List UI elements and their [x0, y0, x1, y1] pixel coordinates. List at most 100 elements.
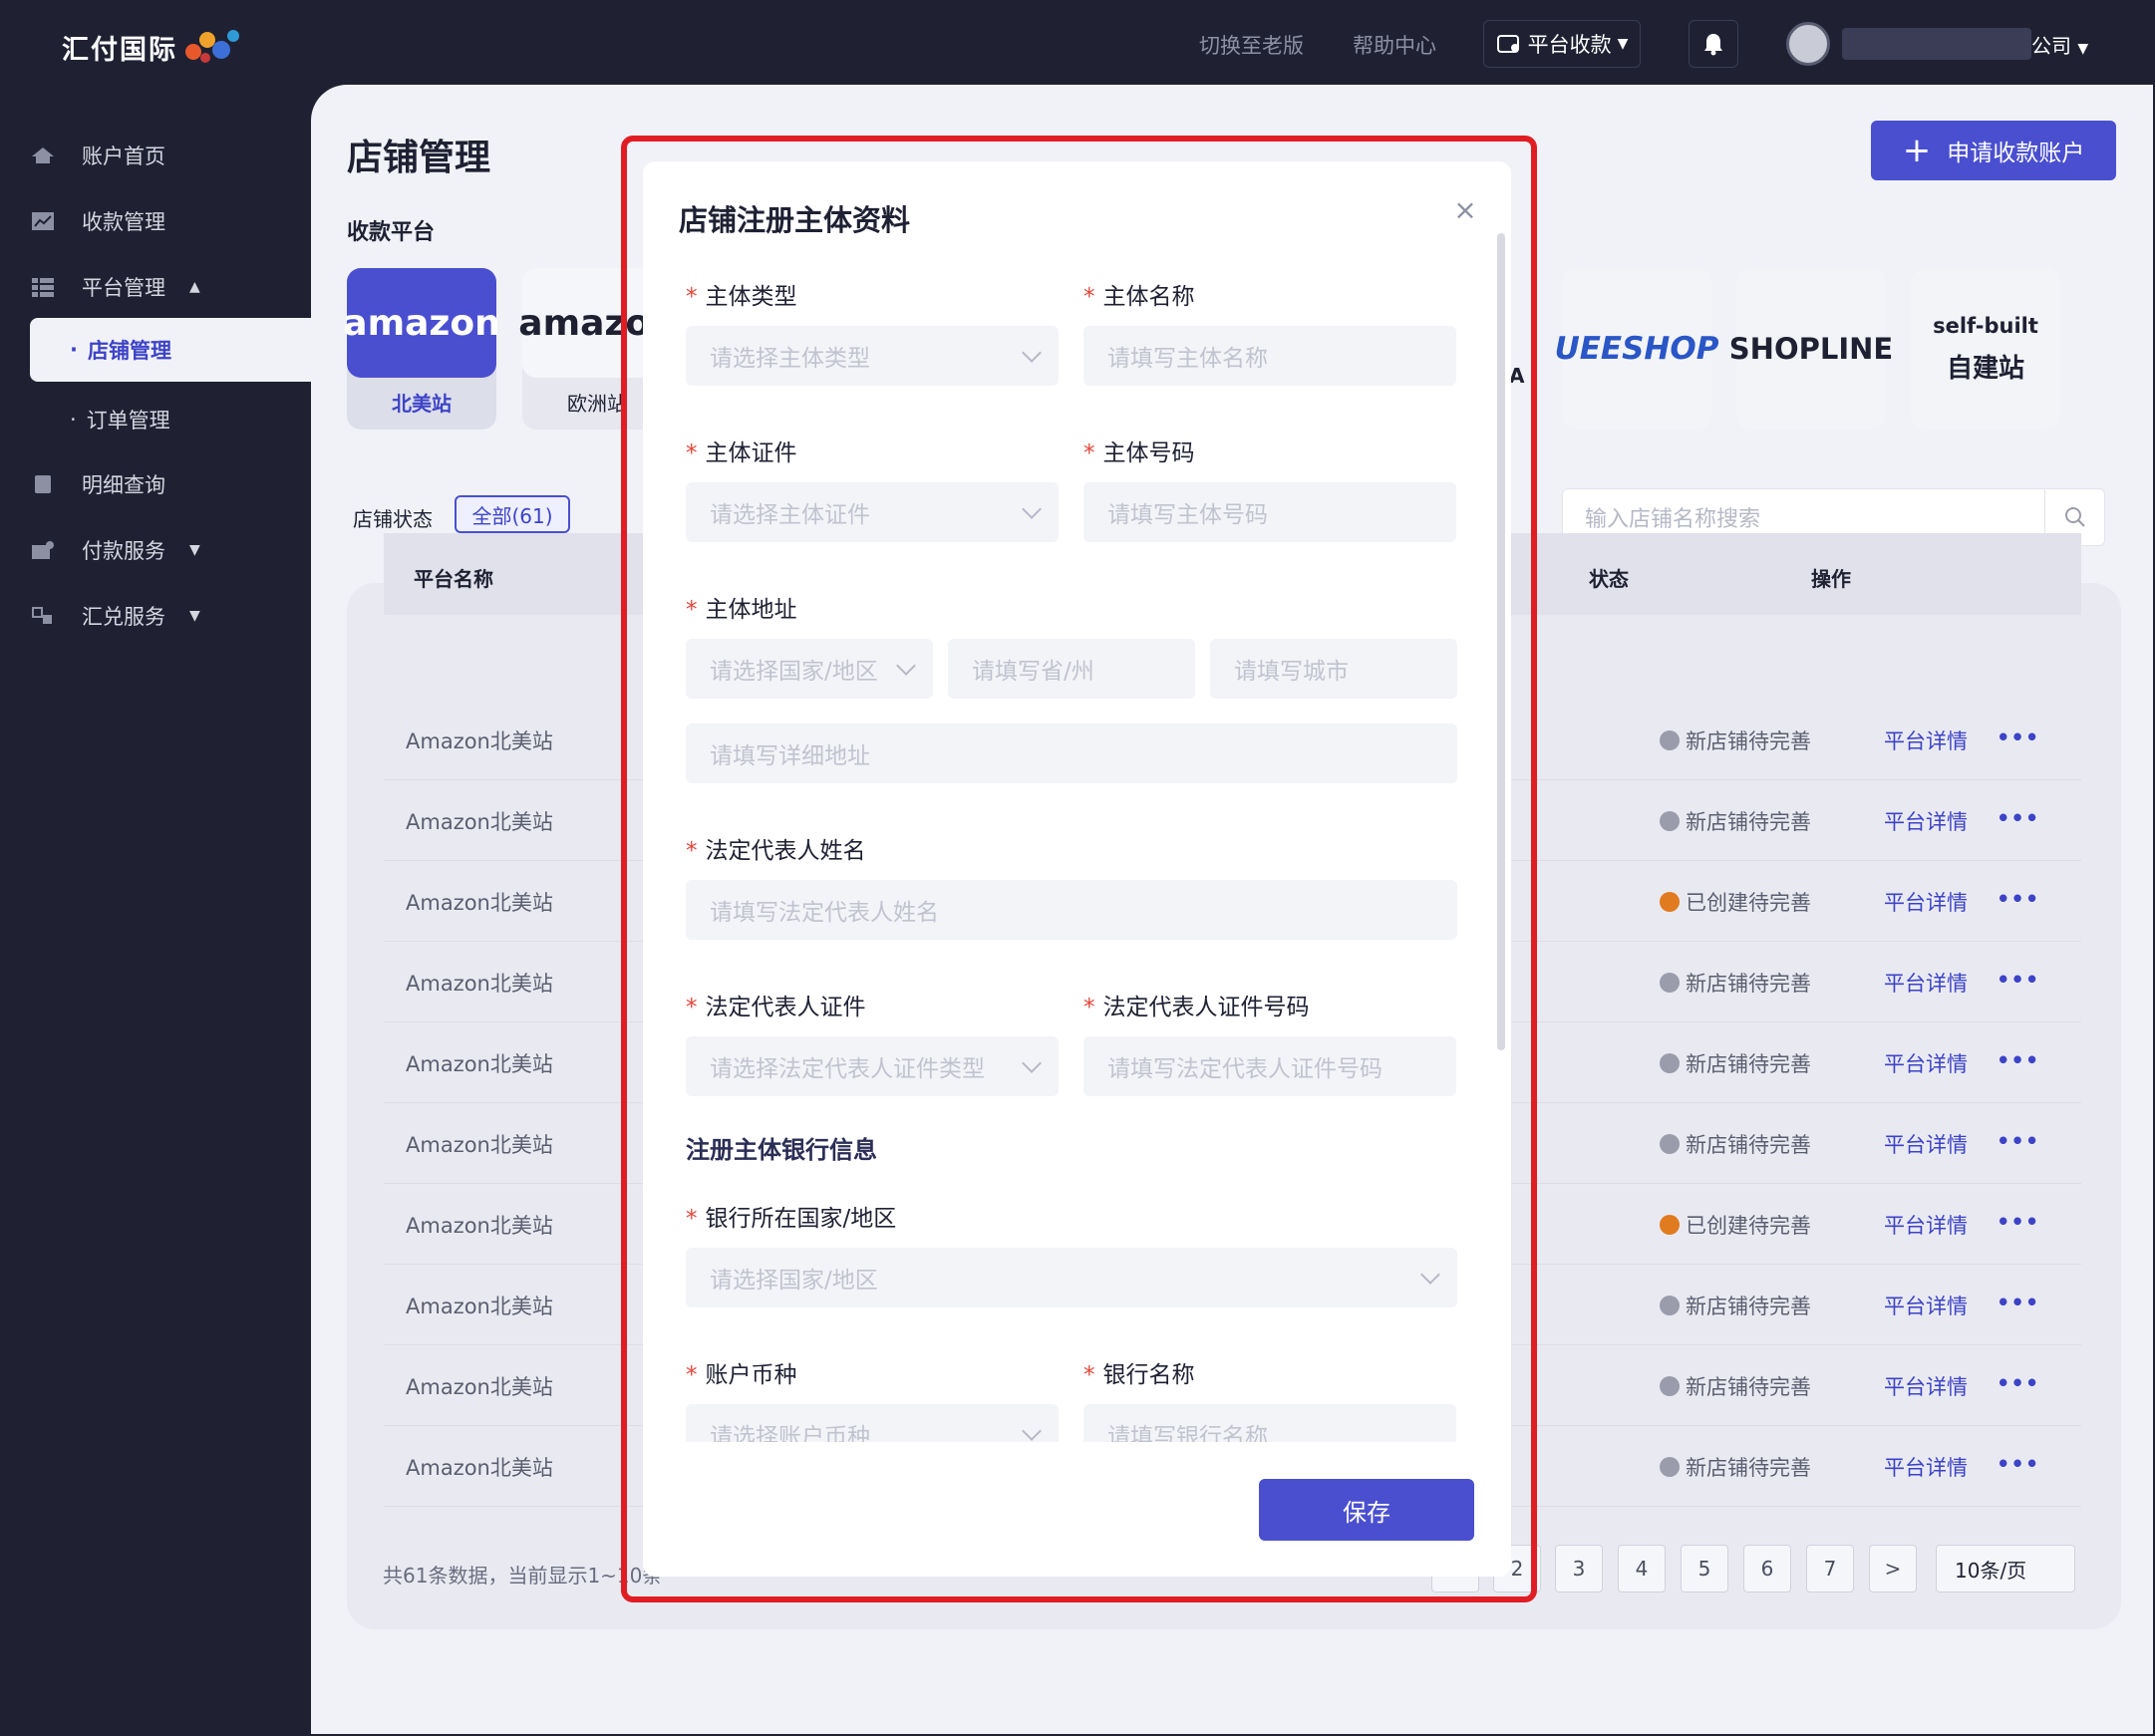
sidebar-item-home[interactable]: 账户首页	[30, 132, 165, 179]
more-actions-icon[interactable]: •••	[1997, 1129, 2039, 1153]
platform-card-self-built[interactable]: self-built 自建站	[1911, 268, 2060, 430]
page-button-7[interactable]: 7	[1806, 1545, 1854, 1592]
status-text: 新店铺待完善	[1686, 1375, 1811, 1399]
platform-detail-link[interactable]: 平台详情	[1884, 1291, 1968, 1320]
chart-icon	[32, 212, 54, 230]
column-header-action: 操作	[1811, 567, 1851, 591]
store-status-label: 店铺状态	[353, 507, 433, 531]
pending-status-icon	[1660, 1376, 1680, 1396]
switch-old-version-link[interactable]: 切换至老版	[1199, 30, 1304, 60]
company-dropdown[interactable]: 公司 ▼	[2031, 30, 2088, 59]
cell-status: 新店铺待完善	[1660, 968, 1811, 998]
pending-status-icon	[1660, 973, 1680, 993]
pay-icon	[32, 541, 54, 559]
more-actions-icon[interactable]: •••	[1997, 1210, 2039, 1234]
column-header-status: 状态	[1589, 567, 1629, 591]
sidebar-item-details[interactable]: 明细查询	[30, 460, 165, 508]
pending-status-icon	[1660, 1296, 1680, 1315]
platform-detail-link[interactable]: 平台详情	[1884, 968, 1968, 998]
caret-down-icon: ▼	[189, 542, 200, 558]
page-button-3[interactable]: 3	[1555, 1545, 1603, 1592]
platform-collect-label: 平台收款	[1527, 33, 1612, 57]
cell-platform-name: Amazon北美站	[406, 810, 553, 834]
platform-detail-link[interactable]: 平台详情	[1884, 1452, 1968, 1482]
home-icon	[32, 147, 54, 163]
top-bar: 汇付国际 切换至老版 帮助中心 平台收款 ▼ 公司 ▼	[0, 0, 2155, 85]
platform-card-shopline[interactable]: SHOPLINE	[1729, 268, 1893, 430]
user-name-redacted	[1842, 28, 2031, 60]
next-page-button[interactable]: >	[1869, 1545, 1917, 1592]
status-text: 新店铺待完善	[1686, 729, 1811, 753]
sidebar-item-collect[interactable]: 收款管理	[30, 197, 165, 245]
platform-detail-link[interactable]: 平台详情	[1884, 1371, 1968, 1401]
platform-detail-link[interactable]: 平台详情	[1884, 887, 1968, 917]
platform-detail-link[interactable]: 平台详情	[1884, 1048, 1968, 1078]
more-actions-icon[interactable]: •••	[1997, 1048, 2039, 1072]
ueeshop-logo: UEESHOP	[1555, 268, 1718, 430]
cell-platform-name: Amazon北美站	[406, 1456, 553, 1480]
company-label: 公司	[2031, 34, 2071, 58]
pending-status-icon	[1660, 1134, 1680, 1154]
more-actions-icon[interactable]: •••	[1997, 968, 2039, 992]
collapse-menu-icon[interactable]	[32, 1731, 58, 1736]
self-built-line1: self-built	[1933, 313, 2038, 338]
more-actions-icon[interactable]: •••	[1997, 725, 2039, 749]
bell-icon	[1704, 34, 1722, 56]
annotation-highlight-box	[621, 136, 1537, 1602]
bullet-dot: ·	[70, 338, 78, 362]
more-actions-icon[interactable]: •••	[1997, 1371, 2039, 1395]
sidebar-item-label: 平台管理	[82, 276, 165, 300]
column-header-platform: 平台名称	[414, 567, 493, 591]
caret-up-icon: ▲	[189, 279, 200, 295]
sidebar-item-order-management[interactable]: · 订单管理	[30, 388, 319, 451]
platform-card-ueeshop[interactable]: UEESHOP	[1555, 268, 1718, 430]
status-filter-all[interactable]: 全部(61)	[455, 495, 570, 533]
help-center-link[interactable]: 帮助中心	[1353, 30, 1436, 60]
status-text: 新店铺待完善	[1686, 1133, 1811, 1157]
platform-detail-link[interactable]: 平台详情	[1884, 1129, 1968, 1159]
page-size-select[interactable]: 10条/页	[1936, 1545, 2075, 1592]
apply-account-label: 申请收款账户	[1947, 141, 2085, 166]
amazon-logo: amazon	[343, 268, 500, 378]
status-text: 新店铺待完善	[1686, 1295, 1811, 1318]
doc-icon	[35, 475, 51, 493]
status-text: 已创建待完善	[1686, 1214, 1811, 1238]
brand-logo-text: 汇付国际	[62, 35, 177, 66]
platform-card-amazon-na[interactable]: amazon 北美站	[343, 268, 500, 430]
more-actions-icon[interactable]: •••	[1997, 806, 2039, 830]
pending-status-icon	[1660, 811, 1680, 831]
sidebar-item-label: 收款管理	[82, 210, 165, 234]
pending-status-icon	[1660, 730, 1680, 750]
app-root: 汇付国际 切换至老版 帮助中心 平台收款 ▼ 公司 ▼ 账户首页 收款管理 平台…	[0, 0, 2155, 1736]
status-text: 新店铺待完善	[1686, 810, 1811, 834]
more-actions-icon[interactable]: •••	[1997, 1452, 2039, 1476]
sidebar-item-exchange[interactable]: 汇兑服务 ▼	[30, 592, 200, 640]
cell-status: 新店铺待完善	[1660, 1371, 1811, 1401]
platform-detail-link[interactable]: 平台详情	[1884, 725, 1968, 755]
user-avatar[interactable]	[1786, 22, 1830, 66]
sidebar-item-label: 账户首页	[82, 145, 165, 168]
cell-status: 新店铺待完善	[1660, 1048, 1811, 1078]
page-button-6[interactable]: 6	[1743, 1545, 1791, 1592]
sidebar-item-payment[interactable]: 付款服务 ▼	[30, 526, 200, 574]
page-button-5[interactable]: 5	[1681, 1545, 1728, 1592]
apply-account-button[interactable]: + 申请收款账户	[1871, 121, 2116, 180]
self-built-line2: 自建站	[1946, 353, 2024, 384]
search-placeholder: 输入店铺名称搜索	[1585, 507, 1761, 532]
platform-detail-link[interactable]: 平台详情	[1884, 1210, 1968, 1240]
cell-platform-name: Amazon北美站	[406, 1295, 553, 1318]
brand-logo-icon	[185, 30, 239, 63]
page-button-4[interactable]: 4	[1618, 1545, 1666, 1592]
sidebar-item-store-management[interactable]: · 店铺管理	[30, 318, 319, 382]
sidebar-item-label: 店铺管理	[87, 339, 171, 363]
more-actions-icon[interactable]: •••	[1997, 887, 2039, 911]
shopline-logo: SHOPLINE	[1729, 268, 1893, 430]
notification-button[interactable]	[1689, 20, 1738, 68]
bullet-dot: ·	[70, 408, 77, 432]
cell-status: 新店铺待完善	[1660, 725, 1811, 755]
more-actions-icon[interactable]: •••	[1997, 1291, 2039, 1314]
page-title: 店铺管理	[347, 138, 491, 178]
platform-detail-link[interactable]: 平台详情	[1884, 806, 1968, 836]
platform-collect-dropdown[interactable]: 平台收款 ▼	[1483, 20, 1641, 68]
sidebar-item-platform[interactable]: 平台管理 ▲	[30, 263, 200, 311]
